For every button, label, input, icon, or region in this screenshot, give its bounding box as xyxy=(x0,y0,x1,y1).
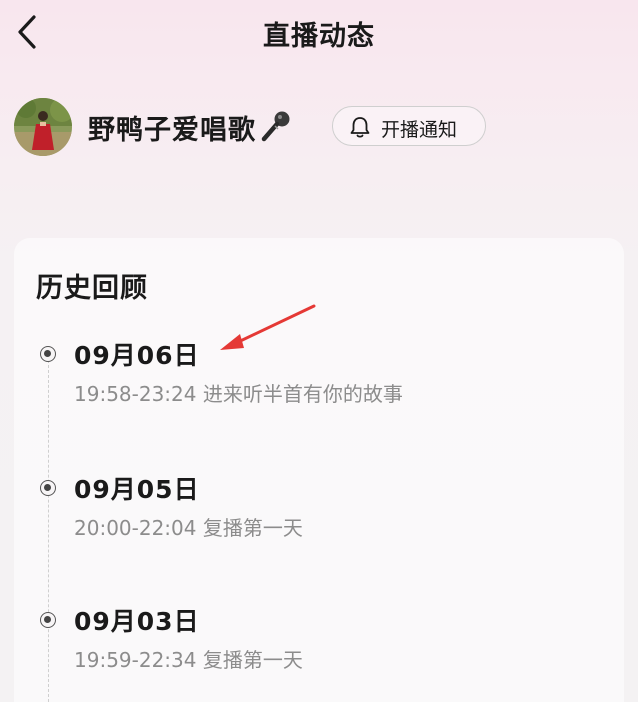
timeline-date: 09月03日 xyxy=(74,607,200,636)
timeline-time: 19:59-22:34 xyxy=(74,648,197,672)
top-bar: 直播动态 xyxy=(0,0,638,64)
timeline-item[interactable]: 09月03日 19:59-22:34 复播第一天 xyxy=(0,602,638,682)
timeline-description: 19:59-22:34 复播第一天 xyxy=(74,644,303,673)
timeline-title: 复播第一天 xyxy=(202,648,303,672)
avatar-image xyxy=(14,98,72,156)
timeline-date: 09月05日 xyxy=(74,475,200,504)
timeline-description: 20:00-22:04 复播第一天 xyxy=(74,512,303,541)
annotation-arrow-icon xyxy=(220,304,316,350)
timeline-time: 20:00-22:04 xyxy=(74,516,197,540)
timeline-title: 复播第一天 xyxy=(202,516,303,540)
timeline-item[interactable]: 09月05日 20:00-22:04 复播第一天 xyxy=(0,470,638,550)
timeline-description: 19:58-23:24 进来听半首有你的故事 xyxy=(74,378,403,407)
bell-icon xyxy=(350,117,370,138)
timeline-dot-icon xyxy=(40,480,56,496)
timeline-title: 进来听半首有你的故事 xyxy=(202,382,403,406)
page-title: 直播动态 xyxy=(263,21,375,52)
anchor-info: 野鸭子爱唱歌 开播通知 xyxy=(0,96,638,160)
timeline-time: 19:58-23:24 xyxy=(74,382,197,406)
anchor-name-text: 野鸭子爱唱歌 xyxy=(88,115,256,146)
anchor-name: 野鸭子爱唱歌 xyxy=(88,108,292,147)
live-notify-label: 开播通知 xyxy=(381,119,458,141)
microphone-icon xyxy=(261,111,290,142)
live-notify-button[interactable]: 开播通知 xyxy=(332,106,486,146)
history-section-title: 历史回顾 xyxy=(36,273,148,304)
timeline-dot-icon xyxy=(40,346,56,362)
timeline-date: 09月06日 xyxy=(74,341,200,370)
avatar[interactable] xyxy=(14,98,72,156)
timeline-dot-icon xyxy=(40,612,56,628)
